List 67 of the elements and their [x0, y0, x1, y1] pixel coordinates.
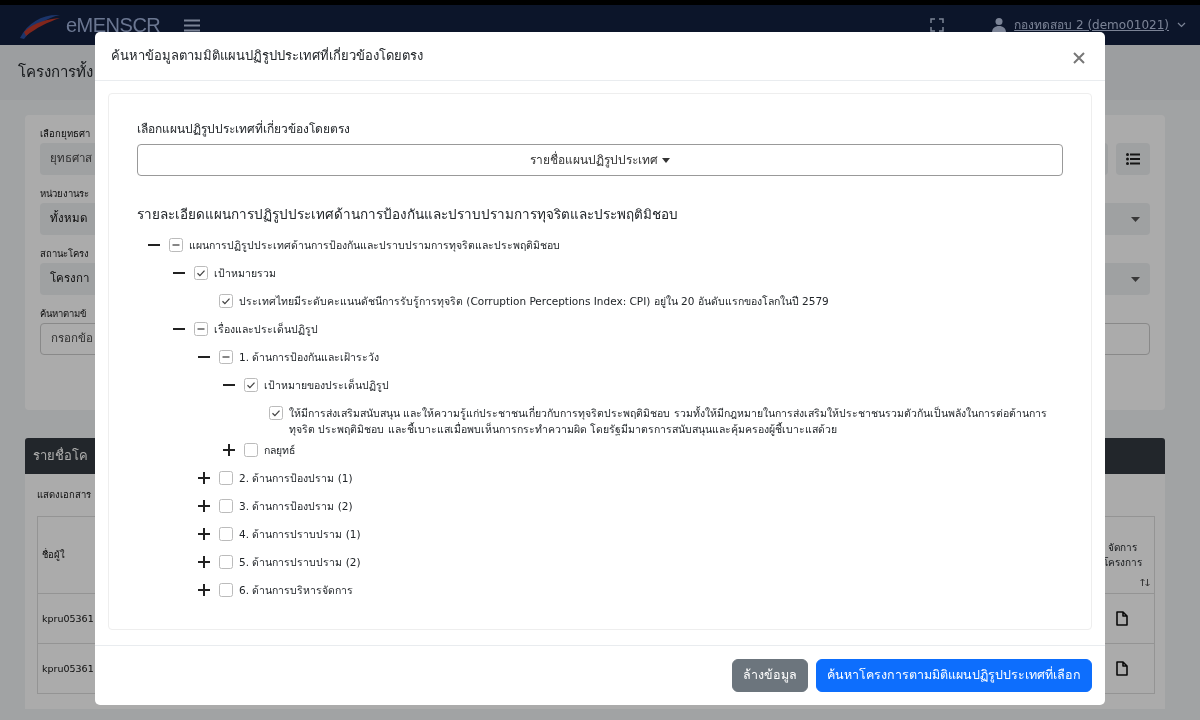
tree-item-label[interactable]: 5. ด้านการปราบปราม (2): [239, 554, 361, 571]
tree-item-label[interactable]: 3. ด้านการป้องปราม (2): [239, 498, 353, 515]
collapse-icon[interactable]: [223, 384, 235, 387]
caret-icon: [661, 158, 670, 163]
expand-icon[interactable]: [198, 584, 210, 597]
collapse-icon[interactable]: [173, 272, 185, 275]
expand-icon[interactable]: [198, 556, 210, 569]
tree-checkbox[interactable]: [219, 294, 233, 309]
table-cell: kpru05361: [42, 611, 94, 626]
tree-item-label[interactable]: 2. ด้านการป้องปราม (1): [239, 470, 353, 487]
table-caption: แสดงเอกสาร: [37, 488, 91, 502]
collapse-icon[interactable]: [173, 328, 185, 331]
field-label: ค้นหาตามข้: [40, 307, 86, 321]
tree-checkbox[interactable]: [219, 499, 233, 514]
tree-checkbox[interactable]: [219, 471, 233, 486]
list-icon: [1126, 153, 1140, 165]
expand-icon[interactable]: [198, 472, 210, 485]
brand-name: eMENSCR: [66, 13, 161, 38]
user-name[interactable]: กองทดสอบ 2 (demo01021): [1014, 16, 1169, 34]
field-label: เลือกยุทธศา: [40, 127, 90, 142]
fullscreen-icon[interactable]: [930, 18, 945, 32]
expand-icon[interactable]: [223, 444, 235, 457]
expand-icon[interactable]: [198, 528, 210, 541]
tree-item-label[interactable]: กลยุทธ์: [264, 442, 295, 459]
detail-heading: รายละเอียดแผนการปฏิรูปประเทศด้านการป้องกันและปราบปรามการทุจริตและประพฤติมิชอบ: [137, 205, 679, 225]
tree-item-label[interactable]: เรื่องและประเด็นปฏิรูป: [214, 321, 318, 338]
tree-checkbox[interactable]: [219, 583, 233, 598]
caret-icon[interactable]: [1177, 22, 1186, 28]
caret-icon: [1131, 276, 1140, 282]
list-button[interactable]: [1116, 143, 1150, 175]
select-label: เลือกแผนปฏิรูปประเทศที่เกี่ยวข้องโดยตรง: [137, 120, 351, 138]
collapse-icon[interactable]: [198, 356, 210, 359]
tree-item-label[interactable]: ประเทศไทยมีระดับคะแนนดัชนีการรับรู้การทุจริต (Corruption Perceptions Index: CPI) อยู่ใน 20 อันดับแรกของโลกในปี 2579: [239, 293, 829, 310]
column-header[interactable]: ชื่อผู้ใ: [42, 548, 65, 563]
caret-icon: [1131, 216, 1140, 222]
tree-item-label[interactable]: เป้าหมายของประเด็นปฏิรูป: [264, 377, 389, 394]
table-cell: kpru05361: [42, 661, 94, 676]
tree-item-label[interactable]: 4. ด้านการปราบปราม (1): [239, 526, 361, 543]
tree-checkbox[interactable]: [269, 406, 283, 421]
tree-checkbox[interactable]: [244, 378, 258, 393]
tree-item-label[interactable]: แผนการปฏิรูปประเทศด้านการป้องกันและปราบปรามการทุจริตและประพฤติมิชอบ: [189, 237, 560, 254]
tree-checkbox[interactable]: [244, 443, 258, 458]
search-button[interactable]: ค้นหาโครงการตามมิติแผนปฏิรูปประเทศที่เลือก: [816, 659, 1092, 692]
field-label: หน่วยงานระ: [40, 187, 89, 201]
section-title: รายชื่อโค: [33, 446, 88, 466]
page-title: โครงการทั้ง: [18, 61, 93, 84]
clear-button[interactable]: ล้างข้อมูล: [732, 659, 808, 692]
user-icon: [992, 17, 1007, 33]
menu-icon[interactable]: [184, 18, 201, 32]
sort-icon[interactable]: [1140, 578, 1150, 588]
tree-item-label[interactable]: 6. ด้านการบริหารจัดการ: [239, 582, 354, 599]
field-label: สถานะโครง: [40, 247, 89, 261]
tree-item-label[interactable]: 1. ด้านการป้องกันและเฝ้าระวัง: [239, 349, 380, 366]
file-icon[interactable]: [1116, 661, 1128, 677]
plan-dropdown[interactable]: รายชื่อแผนปฏิรูปประเทศ: [137, 144, 1063, 176]
tree-checkbox[interactable]: [194, 266, 208, 281]
tree-checkbox[interactable]: [169, 238, 183, 253]
tree-item-label[interactable]: เป้าหมายรวม: [214, 265, 276, 282]
collapse-icon[interactable]: [148, 244, 160, 247]
tree-checkbox[interactable]: [194, 322, 208, 337]
tree-checkbox[interactable]: [219, 555, 233, 570]
file-icon[interactable]: [1116, 611, 1128, 627]
expand-icon[interactable]: [198, 500, 210, 513]
modal-title: ค้นหาข้อมูลตามมิติแผนปฏิรูปประเทศที่เกี่ยวข้องโดยตรง: [111, 46, 423, 66]
tree-checkbox[interactable]: [219, 350, 233, 365]
tree-checkbox[interactable]: [219, 527, 233, 542]
tree-item-label[interactable]: ให้มีการส่งเสริมสนับสนุน และให้ความรู้แก่ประชาชนเกี่ยวกับการทุจริตประพฤติมิชอบ รวมทั้งให้มีกฎหมายในการส่งเสริมให้ประชาชนรวมตัวกันเป็นพลังในการต่อต้านการทุจริต ประพฤติมิชอบ และชี้เบาะแสเมื่อพบเห็นการกระทำความผิด โดยรัฐมีมาตรการสนับสนุนและคุ้มครองผู้ชี้เบาะแสด้วย: [289, 405, 1063, 438]
